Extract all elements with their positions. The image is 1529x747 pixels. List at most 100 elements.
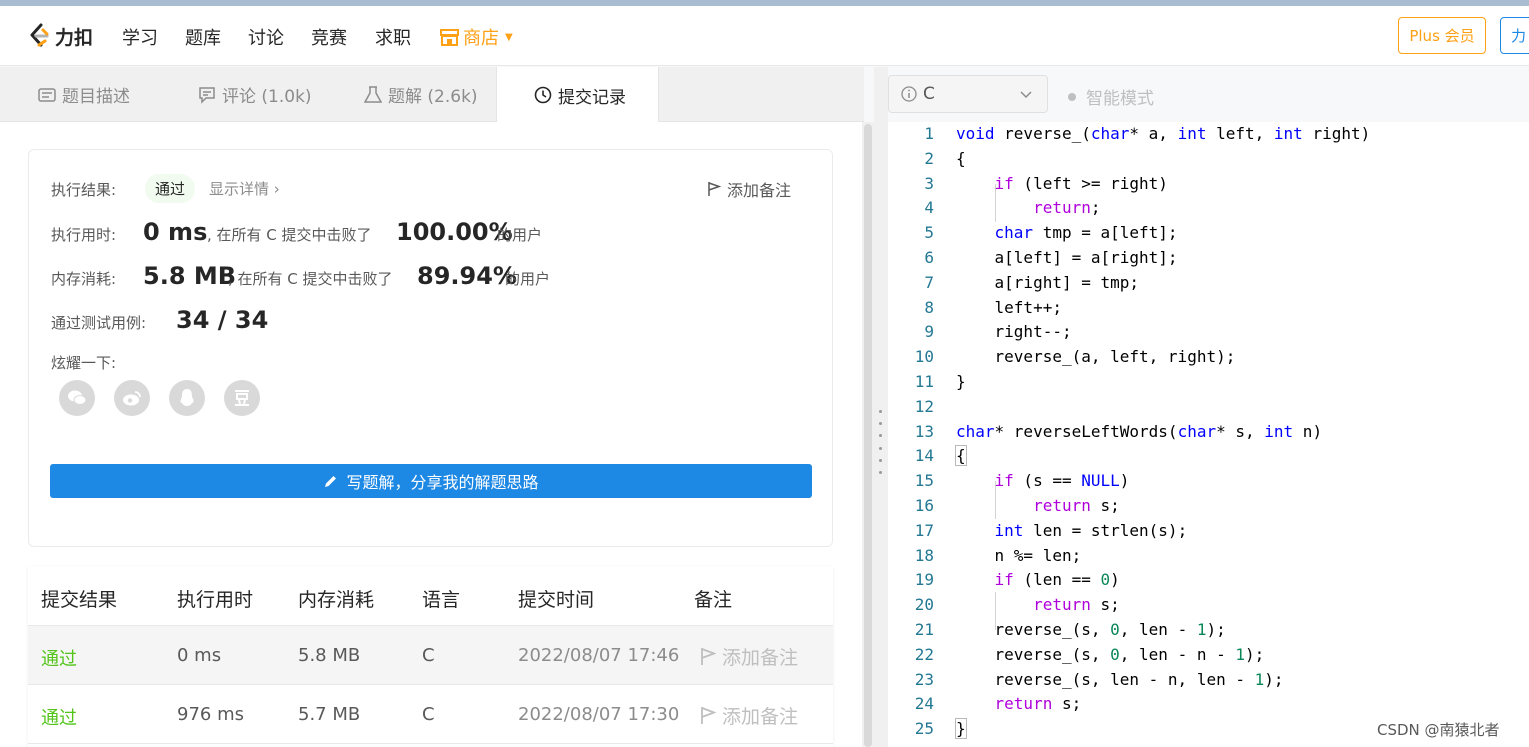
resizer-grip-icon [879, 410, 883, 474]
left-scrollbar-thumb[interactable] [864, 124, 872, 747]
add-note-label: 添加备注 [727, 181, 792, 200]
weibo-icon[interactable] [114, 380, 150, 416]
line-number: 24 [914, 694, 934, 714]
line-number: 7 [924, 272, 934, 292]
row-add-note-label: 添加备注 [722, 706, 799, 728]
table-row[interactable]: 通过 976 ms 5.7 MB C 2022/08/07 17:30 添加备注 [28, 685, 833, 744]
row-result[interactable]: 通过 [41, 645, 77, 671]
line-number: 12 [914, 396, 934, 416]
line-number: 25 [914, 719, 934, 739]
line-number: 6 [924, 248, 934, 267]
watermark: CSDN @南猿北者 [1377, 721, 1500, 739]
caret-down-icon: ▼ [505, 31, 513, 43]
runtime-label: 执行用时: [51, 226, 117, 244]
chevron-down-icon [1020, 91, 1032, 99]
table-header: 提交结果 执行用时 内存消耗 语言 提交时间 备注 [28, 567, 833, 626]
row-runtime: 976 ms [177, 704, 244, 725]
code-line: 24 return s; [888, 692, 1529, 717]
row-add-note[interactable]: 添加备注 [700, 702, 798, 729]
code-line: 10 reverse_(a, left, right); [888, 345, 1529, 370]
row-language: C [422, 645, 435, 666]
wechat-icon[interactable] [59, 380, 95, 416]
flag-icon [701, 648, 716, 665]
leetcode-button[interactable]: 力 [1500, 17, 1529, 54]
share-label: 炫耀一下: [51, 354, 117, 372]
col-language: 语言 [422, 589, 461, 611]
code-editor[interactable]: 1 void reverse_(char* a, int left, int ri… [888, 122, 1529, 747]
tab-submissions-label: 提交记录 [558, 87, 626, 108]
nav-contest[interactable]: 竞赛 [311, 24, 347, 50]
code-line: 20 return s; [888, 593, 1529, 618]
table-row[interactable]: 通过 0 ms 5.8 MB C 2022/08/07 17:46 添加备注 [28, 626, 833, 685]
line-number: 15 [914, 471, 934, 491]
code-line: 4 return; [888, 196, 1529, 221]
tab-solutions[interactable]: 题解 (2.6k) [364, 67, 478, 122]
douban-icon[interactable] [224, 380, 260, 416]
status-badge: 通过 [145, 174, 196, 203]
line-number: 22 [914, 644, 934, 664]
top-navbar: 力扣 学习 题库 讨论 竞赛 求职 商店 ▼ Plus 会员 力 [0, 6, 1529, 66]
tab-comments[interactable]: 评论 (1.0k) [198, 67, 312, 122]
nav-problemset[interactable]: 题库 [185, 24, 221, 50]
col-result: 提交结果 [41, 589, 118, 611]
code-line: 2{ [888, 147, 1529, 172]
row-add-note[interactable]: 添加备注 [700, 643, 798, 670]
line-number: 9 [924, 322, 934, 342]
code-line: 5 char tmp = a[left]; [888, 221, 1529, 246]
show-detail-link[interactable]: 显示详情 › [209, 178, 280, 199]
flag-icon [708, 182, 721, 196]
code-line: 8 left++; [888, 296, 1529, 321]
line-number: 13 [914, 421, 934, 441]
qq-icon[interactable] [169, 380, 205, 416]
language-select[interactable]: C [888, 75, 1048, 113]
col-memory: 内存消耗 [298, 589, 375, 611]
line-number: 19 [914, 570, 934, 590]
write-solution-button[interactable]: 写题解，分享我的解题思路 [50, 464, 812, 498]
chevron-right-icon: › [273, 180, 280, 198]
line-number: 21 [914, 620, 934, 639]
tab-submissions[interactable]: 提交记录 [496, 67, 659, 123]
comment-icon [199, 86, 215, 104]
row-runtime: 0 ms [177, 645, 222, 666]
code-line: 17 int len = strlen(s); [888, 519, 1529, 544]
pencil-icon [325, 475, 337, 487]
line-number: 10 [914, 347, 934, 367]
line-number: 20 [914, 595, 934, 615]
runtime-users-text: 的用户 [497, 226, 543, 244]
nav-shop[interactable]: 商店 ▼ [440, 24, 513, 50]
smart-mode-toggle[interactable]: 智能模式 [1068, 84, 1154, 109]
nav-discuss[interactable]: 讨论 [248, 24, 284, 50]
memory-label: 内存消耗: [51, 270, 117, 288]
runtime-percent: 100.00% [396, 218, 513, 246]
memory-percent: 89.94% [417, 262, 517, 290]
line-number: 4 [924, 198, 934, 218]
add-note-button[interactable]: 添加备注 [707, 177, 791, 201]
leetcode-logo[interactable]: 力扣 [26, 22, 93, 50]
tab-solutions-label: 题解 (2.6k) [388, 87, 478, 107]
tab-description[interactable]: 题目描述 [38, 67, 130, 122]
nav-shop-label: 商店 [463, 28, 499, 49]
row-add-note-label: 添加备注 [722, 647, 799, 669]
line-number: 17 [914, 520, 934, 540]
line-number: 14 [914, 446, 934, 466]
submissions-table: 提交结果 执行用时 内存消耗 语言 提交时间 备注 通过 0 ms 5.8 MB… [28, 567, 833, 747]
nav-learn[interactable]: 学习 [122, 24, 158, 50]
code-line: 6 a[left] = a[right]; [888, 246, 1529, 271]
col-runtime: 执行用时 [177, 589, 254, 611]
nav-jobs[interactable]: 求职 [375, 24, 411, 50]
line-number: 8 [924, 297, 934, 317]
testcases-value: 34 / 34 [176, 306, 269, 334]
pane-resizer[interactable] [874, 67, 888, 747]
code-line: 13 char* reverseLeftWords(char* s, int n) [888, 420, 1529, 445]
code-line: 16 return s; [888, 494, 1529, 519]
code-line: 21 reverse_(s, 0, len - 1); [888, 618, 1529, 643]
row-result[interactable]: 通过 [41, 704, 77, 730]
code-line: 23 reverse_(s, len - n, len - 1); [888, 668, 1529, 693]
logo-text: 力扣 [55, 26, 94, 49]
col-note: 备注 [694, 589, 733, 611]
line-number: 23 [914, 669, 934, 689]
tab-comments-label: 评论 (1.0k) [222, 87, 312, 107]
plus-member-button[interactable]: Plus 会员 [1398, 17, 1486, 54]
col-submit-time: 提交时间 [518, 589, 595, 611]
row-memory: 5.8 MB [298, 645, 361, 666]
